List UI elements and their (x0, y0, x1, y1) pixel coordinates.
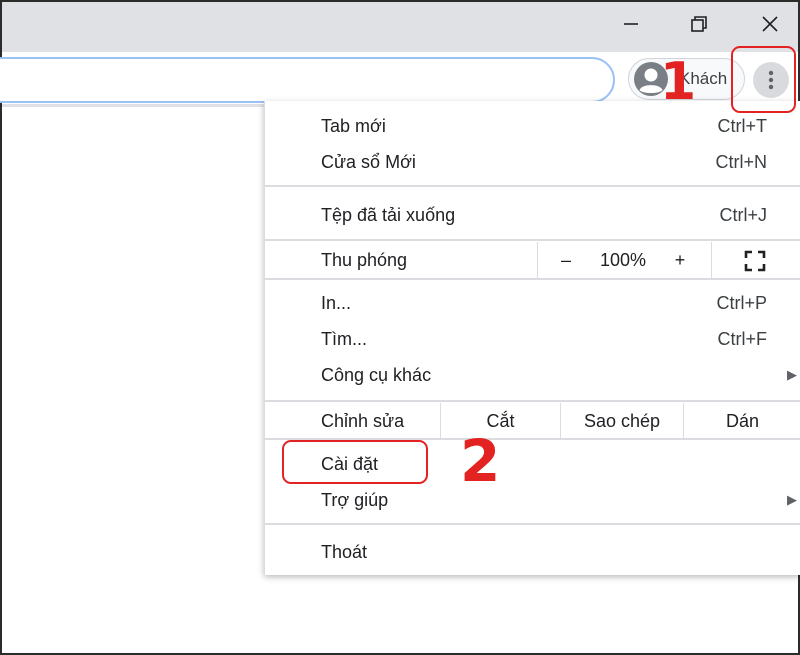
fullscreen-icon[interactable] (743, 249, 767, 273)
menu-separator (265, 185, 800, 187)
menu-item-new-tab[interactable]: Tab mới Ctrl+T (265, 108, 800, 144)
menu-item-more-tools[interactable]: Công cụ khác ▶ (265, 357, 800, 393)
paste-button[interactable]: Dán (684, 403, 800, 439)
menu-item-exit[interactable]: Thoát (265, 534, 800, 570)
close-button[interactable] (747, 2, 793, 46)
annotation-step-2: 2 (460, 427, 501, 495)
menu-item-shortcut: Ctrl+P (716, 293, 767, 313)
zoom-divider (537, 242, 538, 278)
menu-item-label: Thoát (321, 542, 368, 562)
menu-item-shortcut: Ctrl+T (717, 116, 768, 136)
menu-item-shortcut: Ctrl+N (715, 152, 767, 172)
cut-button[interactable]: Cắt (441, 403, 560, 439)
close-icon (762, 16, 778, 32)
submenu-arrow-icon: ▶ (787, 492, 797, 507)
minimize-icon (624, 23, 638, 25)
submenu-arrow-icon: ▶ (787, 367, 797, 382)
menu-row-zoom: Thu phóng – 100% + (265, 242, 800, 278)
menu-item-label: In... (321, 293, 352, 313)
menu-item-new-window[interactable]: Cửa sổ Mới Ctrl+N (265, 144, 800, 180)
zoom-out-button[interactable]: – (549, 242, 583, 278)
menu-separator (265, 239, 800, 241)
zoom-label: Thu phóng (321, 250, 408, 270)
menu-item-downloads[interactable]: Tệp đã tải xuống Ctrl+J (265, 197, 800, 233)
edit-label: Chỉnh sửa (321, 411, 405, 431)
menu-item-label: Công cụ khác (321, 365, 432, 385)
menu-row-edit: Chỉnh sửa Cắt Sao chép Dán (265, 403, 800, 439)
restore-button[interactable] (676, 2, 722, 46)
menu-item-find[interactable]: Tìm... Ctrl+F (265, 321, 800, 357)
menu-item-shortcut: Ctrl+J (719, 205, 767, 225)
zoom-level: 100% (599, 250, 647, 270)
content-top-border (2, 104, 266, 107)
menu-separator (265, 278, 800, 280)
zoom-divider (711, 242, 712, 278)
zoom-in-button[interactable]: + (663, 242, 697, 278)
menu-item-label: Cửa sổ Mới (321, 152, 416, 172)
title-bar (2, 2, 798, 52)
minimize-button[interactable] (608, 2, 654, 46)
menu-item-label: Tìm... (321, 329, 367, 349)
restore-icon (691, 16, 707, 32)
menu-item-shortcut: Ctrl+F (717, 329, 768, 349)
menu-separator (265, 523, 800, 525)
menu-item-print[interactable]: In... Ctrl+P (265, 285, 800, 321)
chrome-menu: Tab mới Ctrl+T Cửa sổ Mới Ctrl+N Tệp đã … (264, 101, 800, 575)
annotation-highlight-menu-button (731, 46, 796, 113)
annotation-step-1: 1 (660, 52, 697, 112)
menu-item-label: Trợ giúp (321, 490, 389, 510)
menu-item-label: Tab mới (321, 116, 386, 136)
menu-separator (265, 400, 800, 402)
annotation-highlight-settings (282, 440, 428, 484)
copy-button[interactable]: Sao chép (561, 403, 683, 439)
menu-item-label: Tệp đã tải xuống (321, 205, 456, 225)
address-bar[interactable] (0, 57, 615, 103)
menu-item-help[interactable]: Trợ giúp ▶ (265, 482, 800, 518)
